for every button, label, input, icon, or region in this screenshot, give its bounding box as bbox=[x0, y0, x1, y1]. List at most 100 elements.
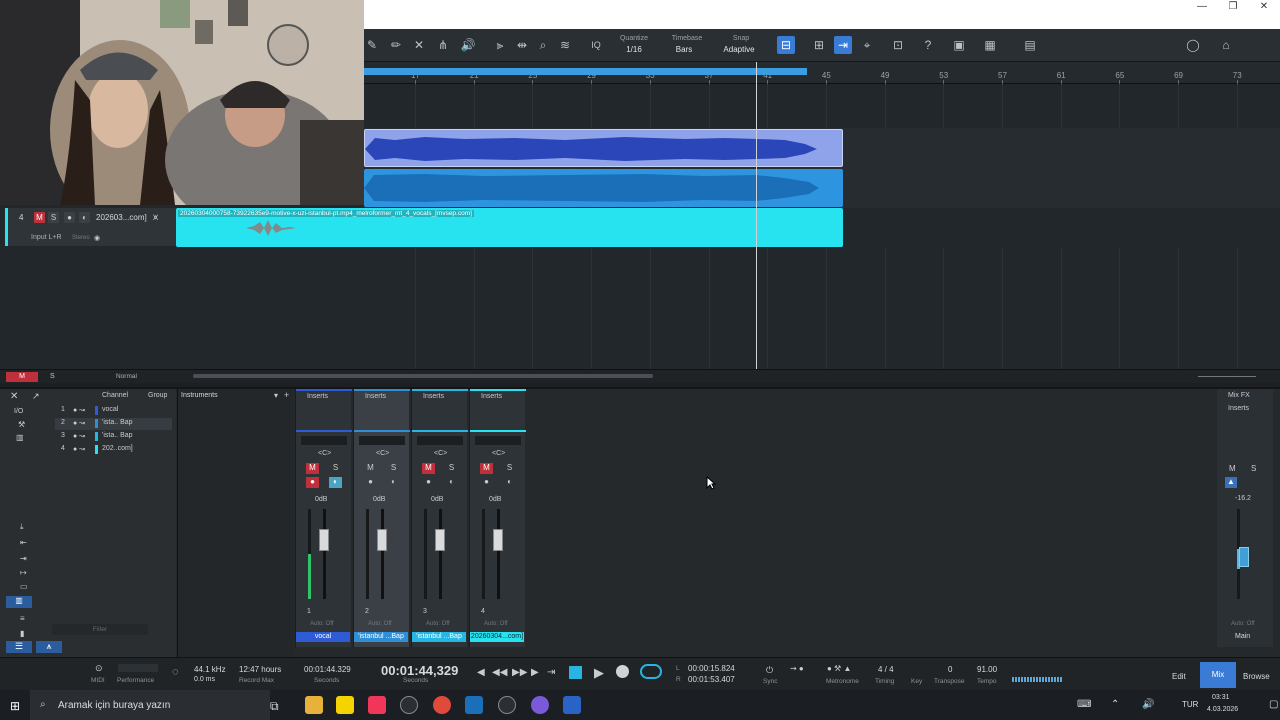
channel-strip-4[interactable]: Inserts <C> M S ● ◐ 0dB 4 Auto: Off bbox=[469, 389, 526, 647]
follow-icon[interactable]: ⇥ bbox=[834, 36, 852, 54]
skip-end-icon[interactable]: ⇥ bbox=[547, 667, 555, 678]
inserts-button[interactable]: Inserts bbox=[307, 393, 328, 400]
discord-icon[interactable] bbox=[531, 696, 549, 714]
monitor-icon[interactable]: ◐ bbox=[387, 477, 400, 488]
channel-strip-1[interactable]: Inserts <C> M S ● ◐ 0dB 1 Auto: Off bbox=[295, 389, 352, 647]
pan-knob[interactable] bbox=[359, 436, 405, 445]
visible-icon[interactable]: ● ↝ bbox=[73, 419, 85, 427]
volume-icon[interactable]: 🔊 bbox=[1142, 699, 1154, 710]
chevron-down-icon[interactable]: ▾ bbox=[274, 391, 278, 400]
inserts-button[interactable]: Inserts bbox=[365, 393, 386, 400]
restore-button[interactable]: ❐ bbox=[1217, 0, 1249, 14]
mute-tool-icon[interactable]: ✕ bbox=[410, 36, 428, 54]
global-mute-button[interactable]: M bbox=[6, 372, 38, 382]
clock-time[interactable]: 03:31 bbox=[1212, 694, 1230, 701]
wrench-icon[interactable]: ⚒ bbox=[18, 420, 25, 429]
transpose-value[interactable]: 0 bbox=[948, 665, 952, 674]
record-icon[interactable]: ● bbox=[422, 477, 435, 488]
task-view-icon[interactable]: ⧉ bbox=[270, 699, 279, 714]
pencil-tool-icon[interactable]: ✏ bbox=[387, 36, 405, 54]
mute-button[interactable]: M bbox=[306, 463, 319, 474]
solo-button[interactable]: S bbox=[387, 463, 400, 474]
main-solo-button[interactable]: S bbox=[1251, 464, 1256, 473]
chevron-up-icon[interactable]: ⌃ bbox=[1111, 699, 1119, 710]
channel-label-2[interactable]: 'istanbul ...Bap bbox=[354, 632, 408, 642]
edit-button[interactable]: Edit bbox=[1172, 672, 1186, 681]
play-button[interactable]: ▶ bbox=[594, 665, 604, 681]
list-item[interactable]: 1 ● ↝ vocal bbox=[55, 405, 172, 417]
main-strip[interactable]: Mix FX Inserts M S ▲ -16.2 Auto: Off Mai… bbox=[1217, 389, 1273, 647]
playhead[interactable] bbox=[756, 62, 757, 370]
range-tool-icon[interactable]: ⇹ bbox=[513, 36, 531, 54]
inserts-button[interactable]: Inserts bbox=[423, 393, 444, 400]
search-box[interactable]: ⌕ Aramak için buraya yazın bbox=[30, 690, 270, 720]
record-icon[interactable]: ● bbox=[480, 477, 493, 488]
mix-button[interactable]: Mix bbox=[1200, 662, 1236, 688]
notifications-icon[interactable]: ▢ bbox=[1269, 699, 1278, 710]
visible-icon[interactable]: ● ↝ bbox=[73, 432, 85, 440]
cpu-icon[interactable]: ◌ bbox=[172, 666, 179, 678]
browse-button[interactable]: Browse bbox=[1243, 672, 1270, 681]
right-locator[interactable]: 00:01:53.407 bbox=[688, 675, 735, 684]
main-fader[interactable] bbox=[1239, 547, 1249, 567]
rewind-icon[interactable]: ◀◀ bbox=[492, 667, 507, 678]
solo-button[interactable]: S bbox=[329, 463, 342, 474]
volume-fader[interactable] bbox=[493, 529, 503, 551]
main-automation-mode[interactable]: Auto: Off bbox=[1231, 621, 1255, 627]
solo-button[interactable]: S bbox=[503, 463, 516, 474]
volume-fader[interactable] bbox=[319, 529, 329, 551]
channel-label-3[interactable]: 'istanbul ...Bap bbox=[412, 632, 466, 642]
track-header-4[interactable]: 4 M S ● ◐ 202603...com] ⩙ Input L+R Ster… bbox=[5, 208, 176, 246]
help-icon[interactable]: ? bbox=[919, 36, 937, 54]
automation-mode[interactable]: Auto: Off bbox=[484, 621, 508, 627]
snap-select[interactable]: Adaptive bbox=[716, 45, 762, 54]
stop-button[interactable] bbox=[569, 666, 582, 679]
inspector-icon[interactable]: ⊡ bbox=[889, 36, 907, 54]
global-solo-button[interactable]: S bbox=[50, 373, 55, 380]
user-icon[interactable]: ◯ bbox=[1184, 36, 1202, 54]
music-app-icon[interactable] bbox=[368, 696, 386, 714]
keyboard-icon[interactable]: ▥ bbox=[6, 596, 32, 608]
add-icon[interactable]: + bbox=[284, 390, 289, 400]
cursor-icon[interactable]: ⌖ bbox=[858, 36, 876, 54]
layout-icon[interactable]: ▤ bbox=[1021, 36, 1039, 54]
record-icon[interactable]: ● bbox=[306, 477, 319, 488]
toggle-icon[interactable]: ◉ bbox=[94, 234, 100, 242]
automation-mode[interactable]: Auto: Off bbox=[368, 621, 392, 627]
midi-icon[interactable]: ⊙ bbox=[95, 663, 103, 674]
forward-end-icon[interactable]: ▶ bbox=[531, 667, 539, 678]
iq-button[interactable]: IQ bbox=[587, 36, 605, 54]
filter-input[interactable]: Filter bbox=[52, 624, 148, 635]
monitor-icon[interactable]: ◐ bbox=[79, 212, 90, 223]
main-inserts-button[interactable]: Inserts bbox=[1228, 405, 1249, 412]
pan-knob[interactable] bbox=[301, 436, 347, 445]
record-icon[interactable]: ● bbox=[364, 477, 377, 488]
automation-mode[interactable]: Auto: Off bbox=[310, 621, 334, 627]
mix-icon[interactable]: ⩚ bbox=[36, 641, 62, 653]
home-icon[interactable]: ⌂ bbox=[1217, 36, 1235, 54]
snap-toggle-icon[interactable]: ⊟ bbox=[777, 36, 795, 54]
clock-date[interactable]: 4.03.2026 bbox=[1207, 706, 1238, 713]
app-icon[interactable] bbox=[498, 696, 516, 714]
inserts-button[interactable]: Inserts bbox=[481, 393, 502, 400]
warning-icon[interactable]: ▲ bbox=[1225, 477, 1237, 488]
track-mute-button[interactable]: M bbox=[34, 212, 45, 223]
waveform-icon[interactable]: ⩙ bbox=[153, 212, 158, 223]
timebase-select[interactable]: Bars bbox=[662, 45, 706, 54]
horizontal-scrollbar[interactable] bbox=[193, 374, 653, 378]
steam-icon[interactable] bbox=[465, 696, 483, 714]
track-input[interactable]: Input L+R bbox=[31, 234, 62, 241]
language-indicator[interactable]: TUR bbox=[1182, 700, 1198, 709]
close-button[interactable]: ✕ bbox=[1248, 0, 1280, 14]
mute-button[interactable]: M bbox=[422, 463, 435, 474]
eraser-tool-icon[interactable]: ✎ bbox=[363, 36, 381, 54]
main-time-display[interactable]: 00:01:44,329 bbox=[381, 663, 458, 678]
keyboard-tray-icon[interactable]: ⌨ bbox=[1077, 699, 1091, 710]
video-icon[interactable]: ▣ bbox=[950, 36, 968, 54]
studio-one-icon[interactable] bbox=[563, 696, 581, 714]
chrome-icon[interactable] bbox=[433, 696, 451, 714]
loop-button[interactable] bbox=[640, 664, 662, 679]
mixfx-label[interactable]: Mix FX bbox=[1228, 392, 1250, 399]
channel-strip-2[interactable]: Inserts <C> M S ● ◐ 0dB 2 Auto: Off bbox=[353, 389, 410, 647]
quantize-select[interactable]: 1/16 bbox=[612, 45, 656, 54]
